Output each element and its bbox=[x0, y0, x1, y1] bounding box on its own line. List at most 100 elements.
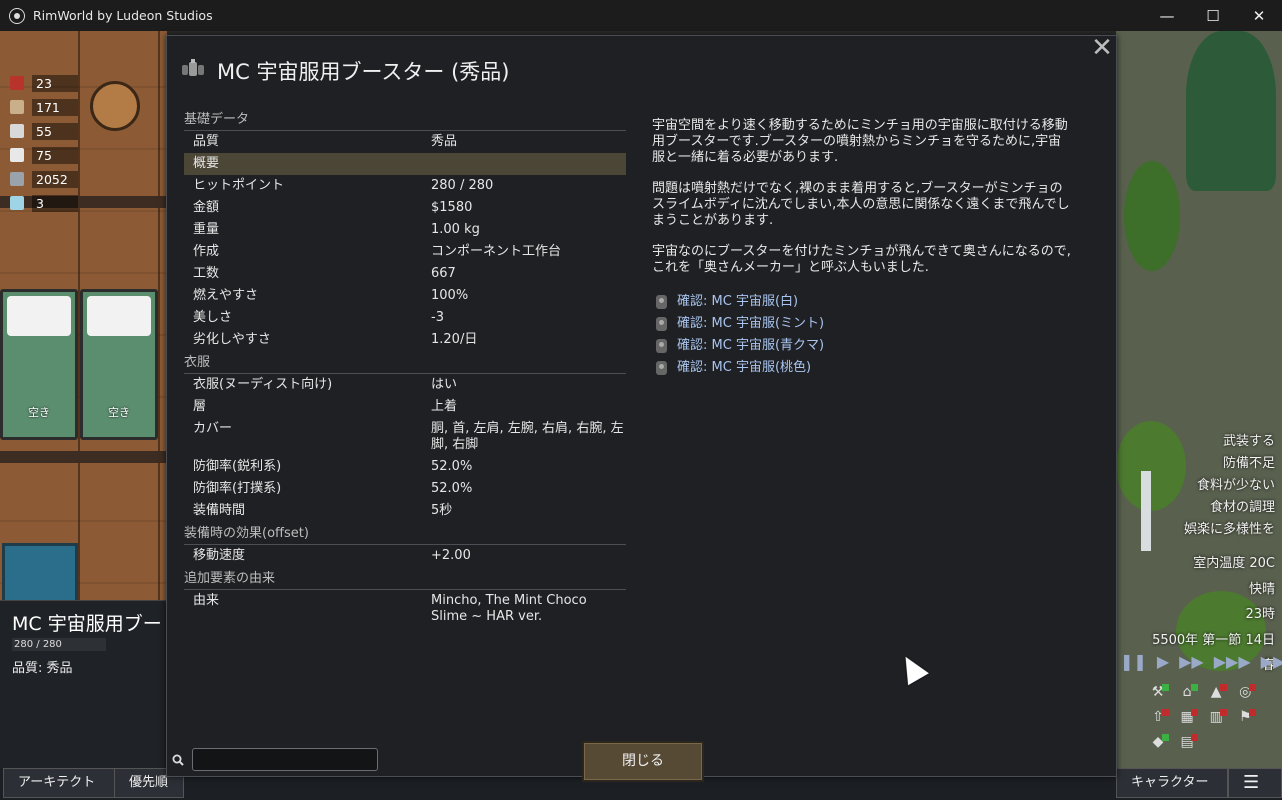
maximize-button[interactable]: ☐ bbox=[1190, 0, 1236, 31]
stat-label: 重量 bbox=[193, 222, 220, 237]
stats-icon[interactable]: ▥ bbox=[1205, 709, 1228, 729]
stat-value: コンポーネント工作台 bbox=[431, 244, 562, 259]
tree[interactable] bbox=[1116, 421, 1186, 511]
stat-row[interactable]: 燃えやすさ 100% bbox=[184, 285, 626, 307]
alerts-list: 武装する 防備不足 食料が少ない 食材の調理 娯楽に多様性を bbox=[1184, 431, 1275, 541]
stat-row[interactable]: 工数 667 bbox=[184, 263, 626, 285]
stat-label: 層 bbox=[193, 399, 207, 414]
booster-item-icon bbox=[182, 59, 204, 76]
stat-row[interactable]: カバー 胴, 首, 左肩, 左腕, 右肩, 右腕, 左脚, 右脚 bbox=[184, 418, 626, 456]
stat-row[interactable]: 移動速度 +2.00 bbox=[184, 545, 626, 567]
close-icon[interactable]: ✕ bbox=[1090, 35, 1114, 61]
stat-label: 美しさ bbox=[193, 310, 233, 325]
minimize-button[interactable]: — bbox=[1144, 0, 1190, 31]
resource-row[interactable]: 3 bbox=[8, 191, 78, 215]
stat-value: 5秒 bbox=[431, 503, 453, 518]
category-header: 装備時の効果(offset) bbox=[184, 524, 626, 545]
resource-count: 23 bbox=[32, 74, 78, 92]
superfast-speed-icon[interactable]: ▶▶▶ bbox=[1214, 652, 1251, 671]
stat-value: 667 bbox=[431, 266, 456, 281]
spacesuit-icon bbox=[656, 295, 667, 309]
game-map-right[interactable]: 武装する 防備不足 食料が少ない 食材の調理 娯楽に多様性を 室内温度 20C … bbox=[1116, 31, 1282, 768]
stat-value: 秀品 bbox=[431, 134, 458, 149]
resource-row[interactable]: 55 bbox=[8, 119, 78, 143]
hyperlink[interactable]: 確認: MC 宇宙服(桃色) bbox=[656, 357, 824, 379]
pause-icon[interactable]: ❚❚ bbox=[1120, 652, 1147, 671]
stat-label: 劣化しやすさ bbox=[193, 332, 271, 347]
alert-item[interactable]: 食材の調理 bbox=[1184, 497, 1275, 519]
fertility-icon[interactable]: ◆ bbox=[1147, 734, 1169, 754]
beauty-icon[interactable]: ⚑ bbox=[1234, 709, 1257, 729]
description-paragraph: 問題は噴射熱だけでなく,裸のまま着用すると,ブースターがミンチョのスライムボディ… bbox=[652, 181, 1070, 228]
tree[interactable] bbox=[1124, 161, 1180, 271]
hyperlink-label: 確認: MC 宇宙服(ミント) bbox=[677, 316, 825, 331]
stat-label: カバー bbox=[193, 421, 233, 436]
bed-pillow bbox=[7, 296, 71, 336]
menu-icon[interactable]: ☰ bbox=[1228, 768, 1282, 798]
wall-segment bbox=[0, 451, 167, 463]
ultrafast-speed-icon[interactable]: ▶▶▶ bbox=[1261, 652, 1282, 671]
stat-label: 防御率(打撲系) bbox=[193, 481, 282, 496]
stat-row[interactable]: 防御率(打撲系) 52.0% bbox=[184, 478, 626, 500]
resource-row[interactable]: 23 bbox=[8, 71, 78, 95]
indoor-temperature: 室内温度 20C bbox=[1193, 556, 1275, 571]
stat-row[interactable]: 劣化しやすさ 1.20/日 bbox=[184, 329, 626, 351]
time-of-day: 23時 bbox=[1245, 607, 1275, 622]
cloth-icon bbox=[10, 124, 24, 138]
stat-row[interactable]: 衣服(ヌーディスト向け) はい bbox=[184, 374, 626, 396]
info-card-dialog: ✕ MC 宇宙服用ブースター (秀品) 基礎データ 品質 秀品 概要 ヒットポイン… bbox=[166, 35, 1117, 782]
component-icon bbox=[10, 196, 24, 210]
stat-row-selected[interactable]: 概要 bbox=[184, 153, 626, 175]
architect-tab-button[interactable]: アーキテクト bbox=[3, 768, 115, 798]
bed-pillow bbox=[87, 296, 151, 336]
stat-value: $1580 bbox=[431, 200, 473, 215]
characters-tab-button[interactable]: キャラクター bbox=[1116, 768, 1228, 798]
search-input[interactable] bbox=[192, 748, 378, 771]
resource-row[interactable]: 171 bbox=[8, 95, 78, 119]
planning-icon[interactable]: ⇧ bbox=[1147, 709, 1169, 729]
stat-row[interactable]: 金額 $1580 bbox=[184, 197, 626, 219]
fast-speed-icon[interactable]: ▶▶ bbox=[1179, 652, 1204, 671]
stat-row[interactable]: 重量 1.00 kg bbox=[184, 219, 626, 241]
close-window-button[interactable]: ✕ bbox=[1236, 0, 1282, 31]
chair-sprite[interactable] bbox=[90, 81, 140, 131]
stat-label: 作成 bbox=[193, 244, 220, 259]
search-icon bbox=[172, 754, 184, 766]
stat-value: 52.0% bbox=[431, 459, 473, 474]
bed-left[interactable]: 空き bbox=[0, 289, 78, 440]
stat-row[interactable]: 由来 Mincho, The Mint Choco Slime ~ HAR ver… bbox=[184, 590, 626, 628]
pine-tree[interactable] bbox=[1186, 31, 1276, 191]
stat-value: 胴, 首, 左肩, 左腕, 右肩, 右腕, 左脚, 右脚 bbox=[431, 421, 624, 452]
close-button[interactable]: 閉じる bbox=[582, 741, 704, 782]
stat-label: 移動速度 bbox=[193, 548, 246, 563]
hyperlink[interactable]: 確認: MC 宇宙服(青クマ) bbox=[656, 335, 824, 357]
stat-row[interactable]: 装備時間 5秒 bbox=[184, 500, 626, 522]
resource-row[interactable]: 75 bbox=[8, 143, 78, 167]
alert-item[interactable]: 食料が少ない bbox=[1184, 475, 1275, 497]
alert-item[interactable]: 武装する bbox=[1184, 431, 1275, 453]
stat-row[interactable]: 美しさ -3 bbox=[184, 307, 626, 329]
hyperlink[interactable]: 確認: MC 宇宙服(ミント) bbox=[656, 313, 824, 335]
wood-icon bbox=[10, 100, 24, 114]
alert-item[interactable]: 娯楽に多様性を bbox=[1184, 519, 1275, 541]
home-area-icon[interactable]: ⌂ bbox=[1176, 684, 1199, 704]
stat-row[interactable]: 防御率(鋭利系) 52.0% bbox=[184, 456, 626, 478]
resource-row[interactable]: 2052 bbox=[8, 167, 78, 191]
stat-row[interactable]: 層 上着 bbox=[184, 396, 626, 418]
hyperlink[interactable]: 確認: MC 宇宙服(白) bbox=[656, 291, 824, 313]
grid-icon[interactable]: ▦ bbox=[1176, 709, 1199, 729]
stat-row[interactable]: 作成 コンポーネント工作台 bbox=[184, 241, 626, 263]
zoom-icon[interactable]: ◎ bbox=[1234, 684, 1257, 704]
stat-value: 1.00 kg bbox=[431, 222, 480, 237]
auto-rebuild-icon[interactable]: ⚒ bbox=[1147, 684, 1169, 704]
stat-row[interactable]: 品質 秀品 bbox=[184, 131, 626, 153]
bed-right[interactable]: 空き bbox=[80, 289, 158, 440]
normal-speed-icon[interactable]: ▶ bbox=[1157, 652, 1169, 671]
alert-item[interactable]: 防備不足 bbox=[1184, 453, 1275, 475]
temperature-icon[interactable]: ▤ bbox=[1176, 734, 1199, 754]
roof-icon[interactable]: ▲ bbox=[1205, 684, 1228, 704]
weather-condition: 快晴 bbox=[1248, 581, 1275, 597]
stats-table: 基礎データ 品質 秀品 概要 ヒットポイント 280 / 280 金額 $1580 重… bbox=[184, 108, 626, 628]
stat-row[interactable]: ヒットポイント 280 / 280 bbox=[184, 175, 626, 197]
description-paragraph: 宇宙なのにブースターを付けたミンチョが飛んできて奥さんになるので,これを「奥さん… bbox=[652, 244, 1071, 275]
